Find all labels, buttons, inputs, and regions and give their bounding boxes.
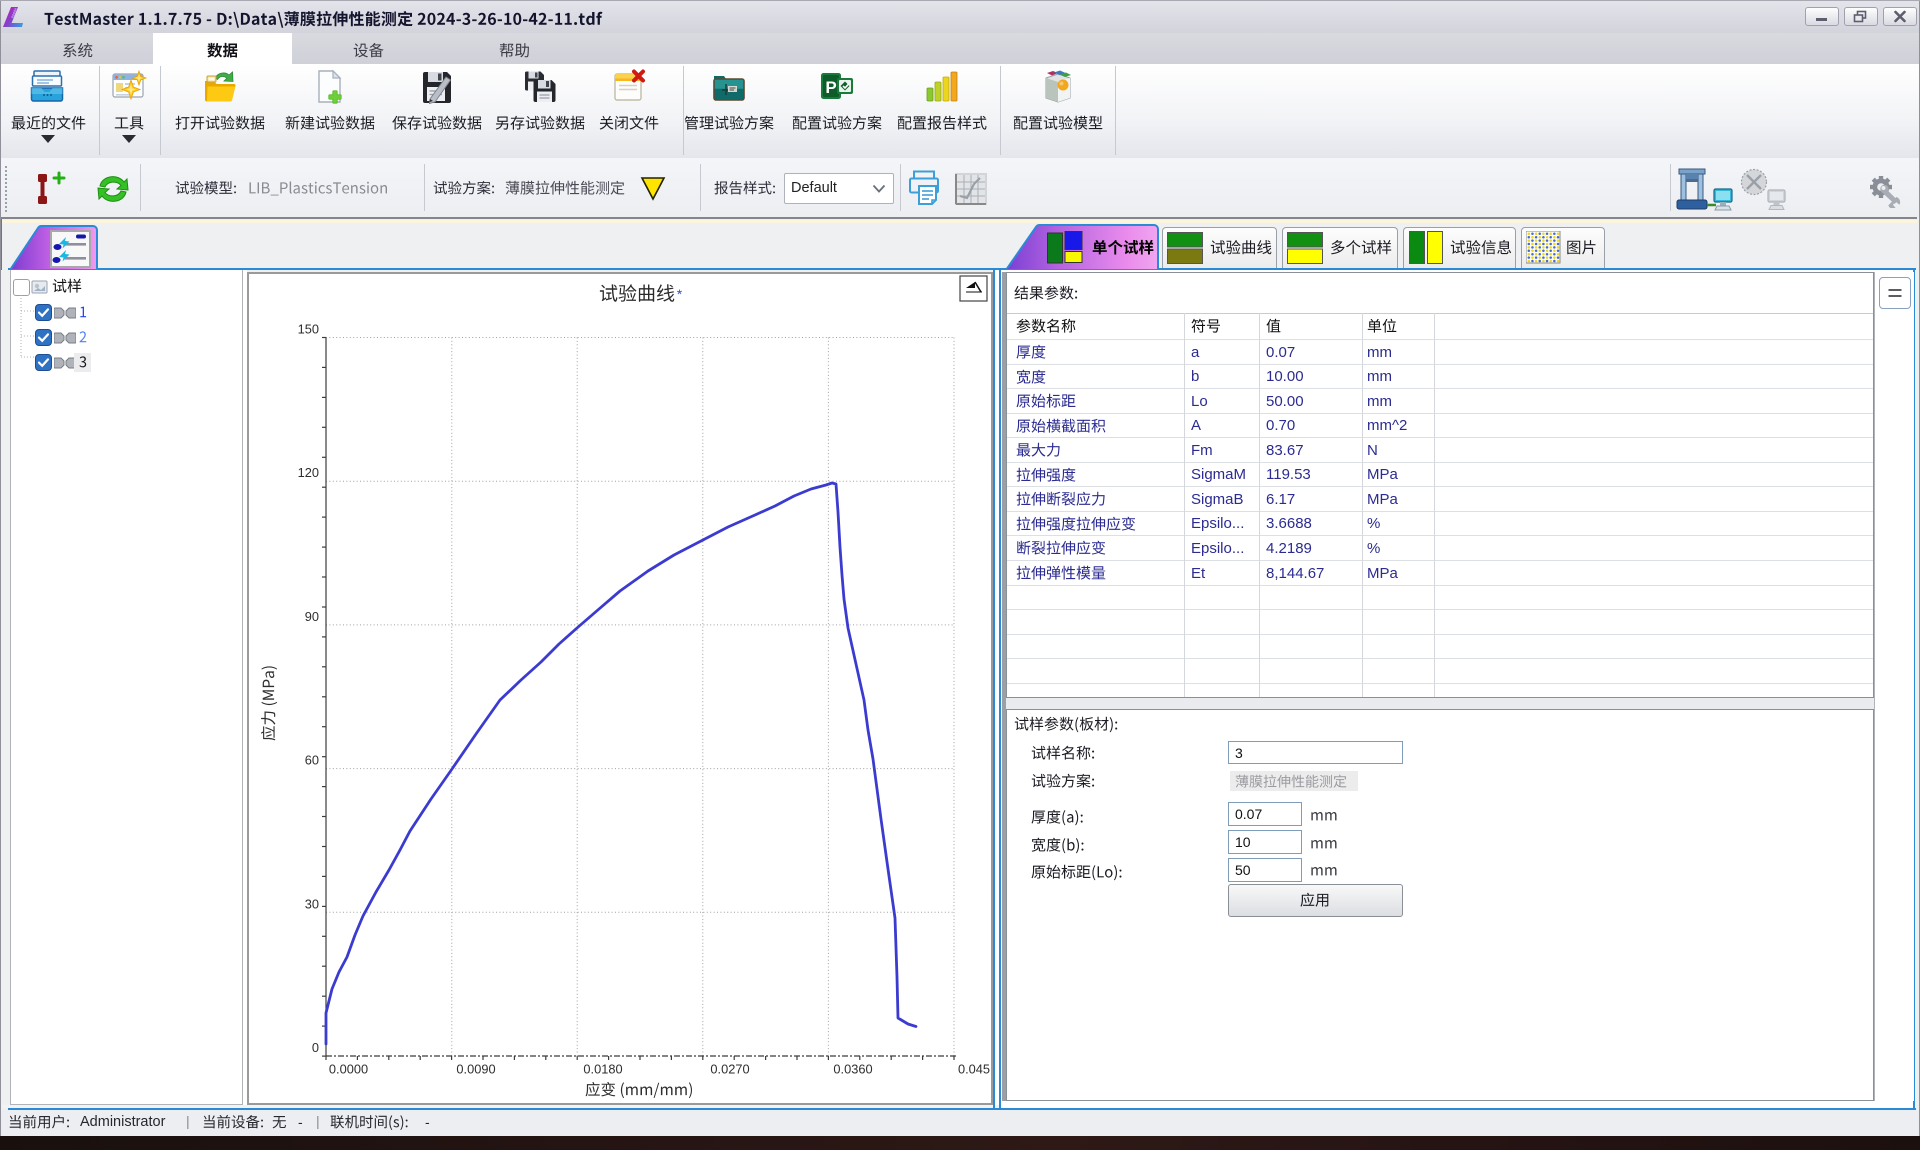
svg-text:120: 120 bbox=[298, 465, 319, 480]
svg-text:0.0090: 0.0090 bbox=[456, 1062, 495, 1077]
svg-text:0.0270: 0.0270 bbox=[710, 1062, 749, 1077]
svg-text:0.0360: 0.0360 bbox=[833, 1062, 872, 1077]
svg-text:0.045: 0.045 bbox=[958, 1062, 990, 1077]
svg-text:0: 0 bbox=[312, 1040, 319, 1055]
svg-text:90: 90 bbox=[305, 609, 319, 624]
svg-text:0.0180: 0.0180 bbox=[583, 1062, 622, 1077]
svg-text:60: 60 bbox=[305, 753, 319, 768]
svg-text:0.0000: 0.0000 bbox=[329, 1062, 368, 1077]
svg-text:150: 150 bbox=[298, 322, 319, 337]
svg-text:P: P bbox=[825, 78, 836, 97]
svg-text:30: 30 bbox=[305, 896, 319, 911]
